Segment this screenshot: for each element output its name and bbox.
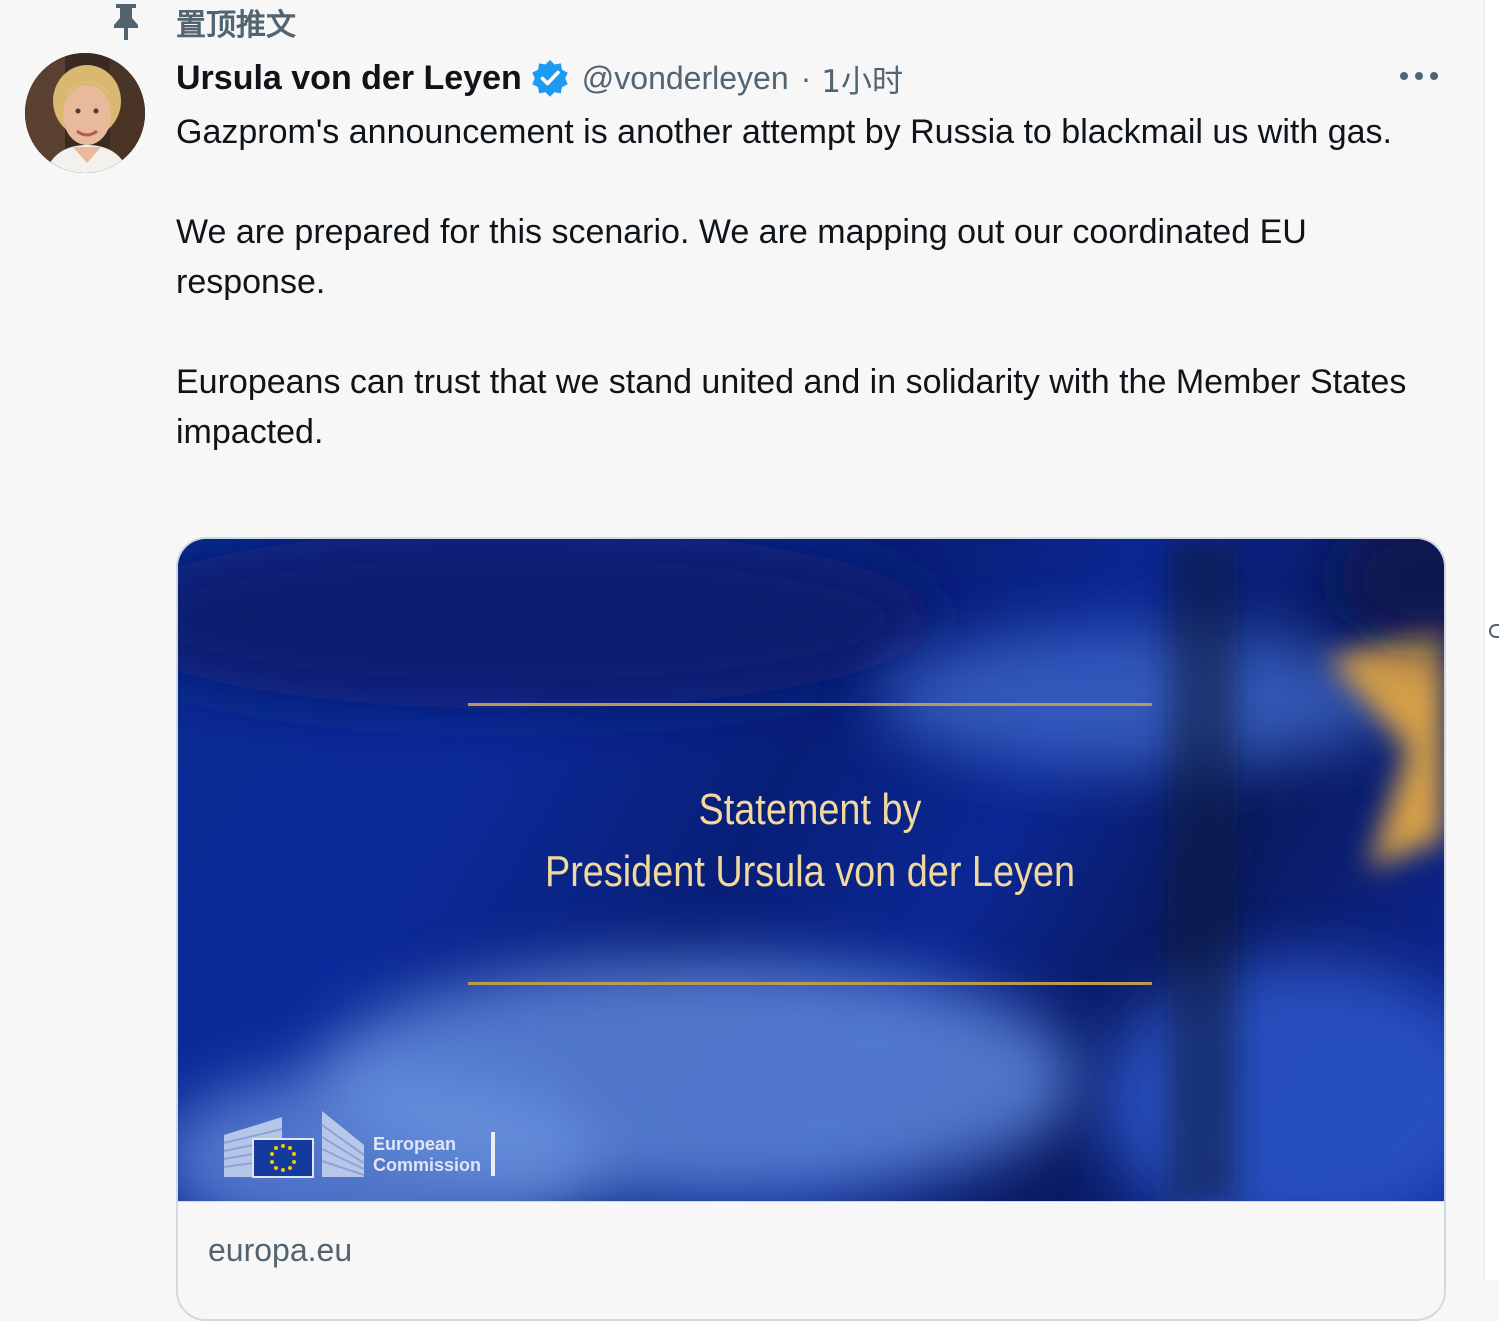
gold-divider-bottom (468, 982, 1152, 985)
card-footer[interactable]: europa.eu (178, 1201, 1444, 1319)
author-name[interactable]: Ursula von der Leyen (176, 59, 522, 98)
edge-partial-icon (1489, 624, 1499, 638)
ec-logo-text: European Commission (373, 1134, 481, 1180)
scrollbar-area[interactable] (1484, 0, 1499, 1280)
tweet-text: Gazprom's announcement is another attemp… (176, 107, 1461, 507)
european-commission-logo: European Commission (222, 1105, 496, 1180)
tweet-timestamp[interactable]: 1小时 (821, 56, 903, 101)
tweet-paragraph: Gazprom's announcement is another attemp… (176, 113, 1392, 151)
tweet-paragraph: We are prepared for this scenario. We ar… (176, 213, 1307, 301)
card-image[interactable]: Statement by President Ursula von der Le… (178, 539, 1444, 1201)
avatar[interactable] (25, 53, 145, 173)
pinned-tweet-indicator: 置顶推文 (108, 0, 296, 44)
tweet-paragraph: Europeans can trust that we stand united… (176, 363, 1407, 451)
pin-icon (108, 2, 144, 42)
verified-badge-icon (530, 58, 570, 98)
gold-divider-top (468, 703, 1152, 706)
more-options-icon[interactable] (1392, 58, 1446, 94)
ec-logo-bar (491, 1132, 496, 1176)
tweet-header: Ursula von der Leyen @vonderleyen · 1小时 (176, 54, 903, 102)
header-separator: · (800, 59, 812, 96)
author-handle[interactable]: @vonderleyen (582, 60, 789, 97)
link-card[interactable]: Statement by President Ursula von der Le… (176, 537, 1446, 1321)
pinned-label: 置顶推文 (176, 8, 296, 43)
ec-logo-text-line2: Commission (373, 1155, 482, 1175)
ec-logo-text-line1: European (373, 1134, 457, 1154)
ec-building-icon (223, 1111, 365, 1178)
card-domain[interactable]: europa.eu (208, 1232, 352, 1269)
card-image-title-line2: President Ursula von der Leyen (544, 847, 1076, 896)
card-image-title-line1: Statement by (698, 785, 922, 834)
